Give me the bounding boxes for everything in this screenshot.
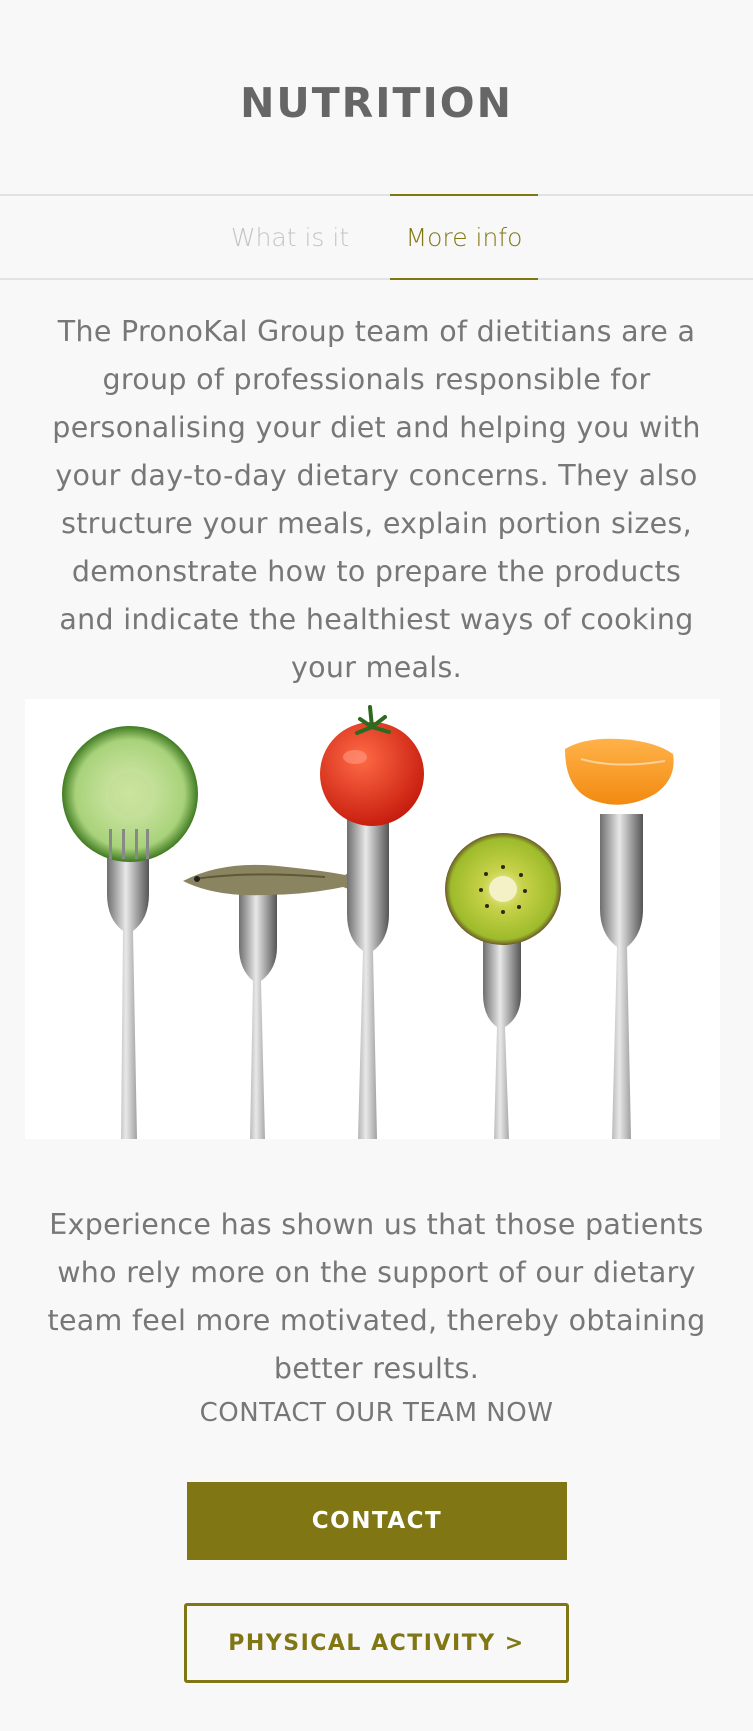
tab-bar: What is it More info <box>0 194 753 280</box>
fork-cucumber <box>62 726 198 1139</box>
outro-paragraph: Experience has shown us that those patie… <box>47 1207 706 1385</box>
fork-fish <box>183 864 365 1139</box>
fish <box>183 864 365 896</box>
orange-segment <box>565 738 674 805</box>
fork-kiwi <box>445 833 561 1139</box>
fork-tomato <box>320 705 424 1139</box>
tomato <box>320 722 424 826</box>
page-title: NUTRITION <box>240 79 513 127</box>
intro-paragraph: The PronoKal Group team of dietitians ar… <box>52 315 701 684</box>
tab-what-is-it[interactable]: What is it <box>215 196 365 278</box>
cta-heading: CONTACT OUR TEAM NOW <box>199 1398 554 1428</box>
page-header: NUTRITION <box>0 0 753 196</box>
tab-more-info[interactable]: More info <box>390 194 538 280</box>
food-on-forks-image <box>25 699 720 1139</box>
contact-button[interactable]: CONTACT <box>187 1482 567 1560</box>
fork-orange <box>565 738 674 1139</box>
physical-activity-button[interactable]: PHYSICAL ACTIVITY > <box>184 1603 569 1683</box>
